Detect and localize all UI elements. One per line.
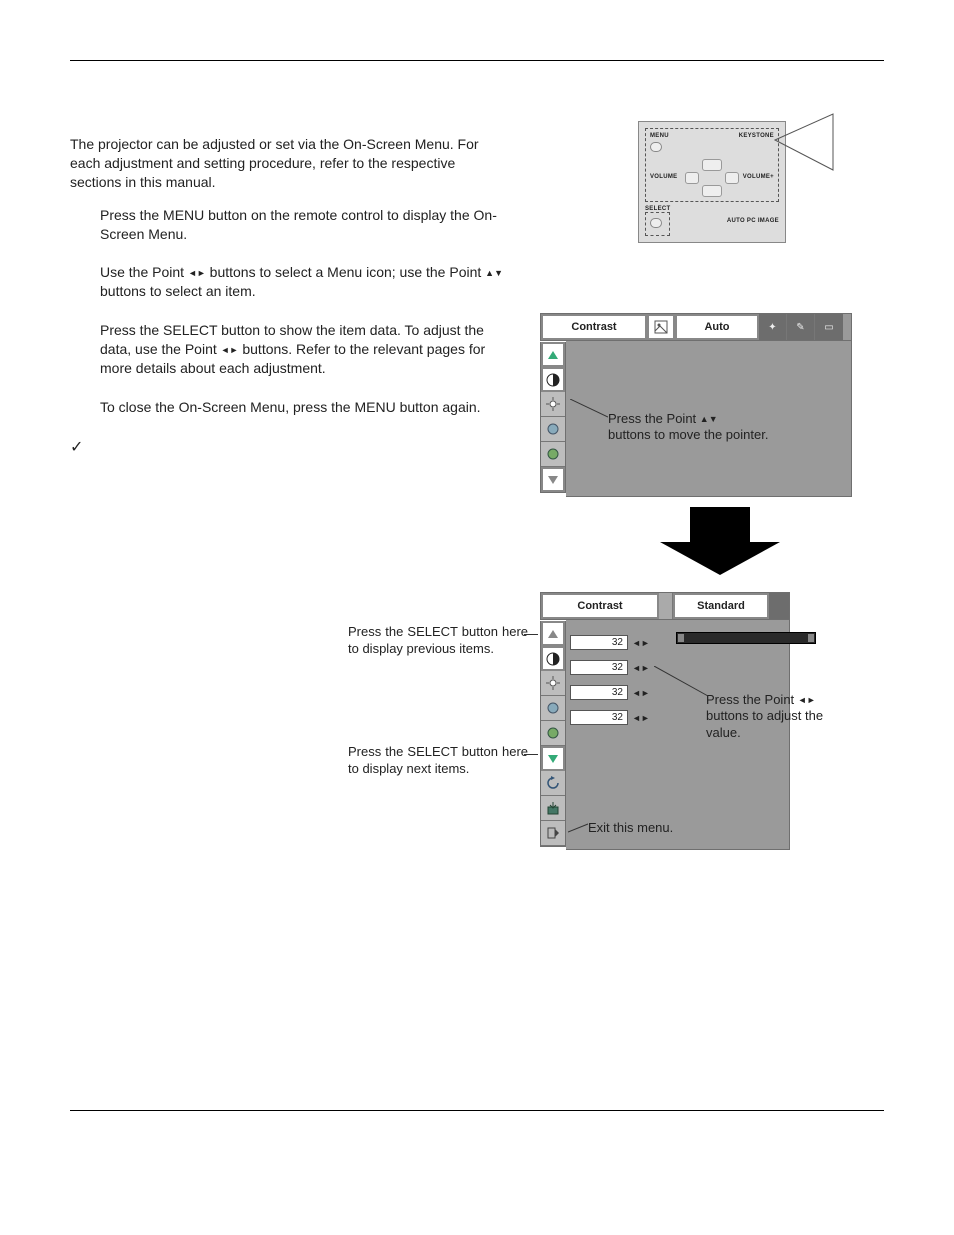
left-right-icon: ◄► — [221, 345, 239, 355]
autopc-label: AUTO PC IMAGE — [727, 218, 779, 224]
osd2-title: Contrast — [541, 593, 659, 619]
step-4: To close the On-Screen Menu, press the M… — [100, 398, 510, 417]
osd-menu-2: Press the SELECT button here to display … — [540, 592, 790, 850]
menu-label: MENU — [650, 133, 669, 139]
osd2-side-icons — [540, 621, 566, 847]
exit-icon — [541, 821, 565, 846]
value-1: 32 — [570, 635, 628, 650]
keystone-label: KEYSTONE — [739, 133, 774, 139]
color-temp-icon — [541, 417, 565, 442]
scroll-up-icon — [541, 621, 565, 646]
remote-panel-illustration: MENU KEYSTONE VOLUME VOLUME+ — [638, 121, 786, 243]
osd2-mode: Standard — [673, 593, 769, 619]
menu-button — [650, 142, 662, 152]
step-3: Press the SELECT button to show the item… — [100, 321, 510, 378]
intro-text: The projector can be adjusted or set via… — [70, 135, 510, 192]
scroll-down-icon — [541, 746, 565, 771]
osd1-title: Contrast — [541, 314, 647, 340]
volume-label: VOLUME — [650, 174, 684, 180]
exit-note: Exit this menu. — [588, 820, 673, 836]
menubar-icon-c: ▭ — [815, 314, 843, 340]
scroll-down-icon — [541, 467, 565, 492]
brightness-icon — [541, 671, 565, 696]
flow-arrow-icon — [650, 507, 790, 582]
step-1: Press the MENU button on the remote cont… — [100, 206, 510, 244]
menubar-icon-b: ✎ — [787, 314, 815, 340]
prev-items-callout: Press the SELECT button here to display … — [348, 624, 528, 658]
value-2: 32 — [570, 660, 628, 675]
value-3: 32 — [570, 685, 628, 700]
slider-bar — [676, 632, 816, 644]
step-2: Use the Point ◄► buttons to select a Men… — [100, 263, 510, 301]
select-button — [650, 218, 662, 228]
osd1-pointer-note: Press the Point ▲▼ buttons to move the p… — [608, 411, 768, 444]
reset-icon — [541, 771, 565, 796]
osd1-mode: Auto — [675, 314, 759, 340]
brightness-icon — [541, 392, 565, 417]
dpad — [685, 159, 739, 197]
color-temp-icon — [541, 696, 565, 721]
adjust-note: Press the Point ◄► buttons to adjust the… — [706, 692, 846, 741]
volume-plus-label: VOLUME+ — [740, 174, 774, 180]
left-right-icon: ◄► — [188, 268, 206, 278]
menubar-image-icon — [647, 314, 675, 340]
value-4: 32 — [570, 710, 628, 725]
contrast-icon — [541, 646, 565, 671]
menubar-icon-a: ✦ — [759, 314, 787, 340]
up-down-icon: ▲▼ — [485, 268, 503, 278]
osd1-side-icons — [540, 342, 566, 493]
left-right-icon: ◄► — [632, 638, 650, 648]
tint-icon — [541, 442, 565, 467]
next-items-callout: Press the SELECT button here to display … — [348, 744, 528, 778]
scroll-up-icon — [541, 342, 565, 367]
contrast-icon — [541, 367, 565, 392]
note-checkmark: ✓ — [70, 437, 510, 459]
osd-menu-1: Contrast Auto ✦ ✎ ▭ — [540, 313, 852, 497]
store-icon — [541, 796, 565, 821]
tint-icon — [541, 721, 565, 746]
